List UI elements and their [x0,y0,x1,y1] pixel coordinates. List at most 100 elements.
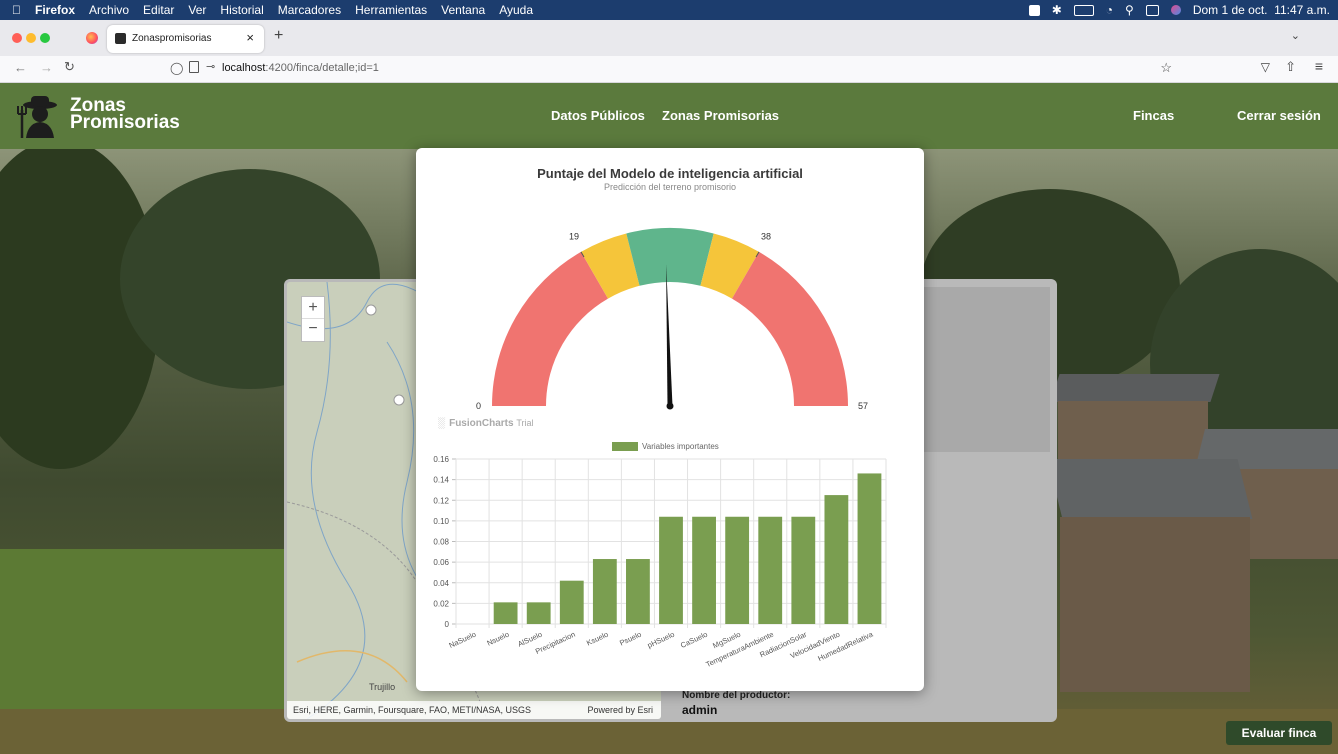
gauge-chart: 19 38 0 57 [476,228,868,411]
attribution-text[interactable]: Esri, HERE, Garmin, Foursquare, FAO, MET… [293,705,531,715]
bar-RadiacionSolar[interactable] [791,516,816,624]
menu-marcadores[interactable]: Marcadores [278,3,341,17]
y-tick-label: 0.06 [433,558,449,567]
angular-favicon-icon [115,33,126,44]
wifi-icon[interactable]: ◔ [1106,3,1113,17]
menu-herramientas[interactable]: Herramientas [355,3,427,17]
forward-arrow-icon[interactable]: → [40,60,53,75]
farmer-logo-icon[interactable] [16,92,64,140]
x-tick-label: CaSuelo [679,630,709,650]
back-arrow-icon[interactable]: ← [14,60,27,75]
bar-Psuelo[interactable] [626,559,650,624]
gauge-band-2[interactable] [626,228,714,286]
y-tick-label: 0.08 [433,538,449,547]
map-attribution: Esri, HERE, Garmin, Foursquare, FAO, MET… [287,701,661,719]
pocket-icon[interactable]: ▽ [1261,60,1270,74]
new-tab-button[interactable]: + [274,27,283,45]
legend-label: Variables importantes [642,442,719,451]
tab-zonaspromisorias[interactable]: Zonaspromisorias × [107,25,264,53]
powered-by-esri[interactable]: Powered by Esri [587,705,653,715]
ai-score-modal: Puntaje del Modelo de inteligencia artif… [416,148,924,691]
gauge-min-label: 0 [476,401,481,411]
gauge-pivot [666,402,674,410]
producer-value: admin [682,703,718,717]
reload-icon[interactable]: ↻ [64,59,75,75]
nav-zonas-promisorias[interactable]: Zonas Promisorias [662,108,779,123]
browser-toolbar: ← → ↻ ◯ ⊸ localhost:4200/finca/detalle;i… [0,56,1338,83]
menu-archivo[interactable]: Archivo [89,3,129,17]
vpn-icon[interactable] [1028,4,1040,16]
zoom-out-button[interactable]: − [302,319,324,340]
firefox-view-icon[interactable] [86,32,98,44]
menu-datetime[interactable]: Dom 1 de oct. 11:47 a.m. [1193,3,1330,17]
watermark-text: FusionCharts [449,418,514,429]
x-tick-label: NaSuelo [447,630,477,650]
gauge-band-4[interactable] [732,251,848,406]
close-window-button[interactable] [12,33,22,43]
bar-Precipitacion[interactable] [559,580,584,624]
siri-icon[interactable] [1170,5,1181,15]
bookmark-star-icon[interactable]: ☆ [1160,60,1172,76]
y-tick-label: 0.12 [433,496,449,505]
url-path: :4200/finca/detalle;id=1 [265,62,379,74]
gauge-tick-label: 38 [761,232,771,242]
battery-icon[interactable] [1073,4,1094,16]
brand-name[interactable]: Zonas Promisorias [70,96,180,133]
bar-VelocidadViento[interactable] [824,495,849,624]
menu-ver[interactable]: Ver [188,3,206,17]
control-center-icon[interactable] [1145,4,1159,16]
producer-label: Nombre del productor: [682,690,791,701]
menu-ayuda[interactable]: Ayuda [499,3,533,17]
bar-legend[interactable]: Variables importantes [612,442,719,451]
tab-list-chevron-icon[interactable]: ⌄ [1291,29,1300,42]
key-icon[interactable]: ⊸ [206,60,215,73]
gauge-band-0[interactable] [492,251,608,406]
page-icon[interactable] [189,61,199,73]
status-icons: ✱ ◔ ⚲ Dom 1 de oct. 11:47 a.m. [1028,0,1330,20]
nav-datos-publicos[interactable]: Datos Públicos [551,108,645,123]
house-wall [1060,517,1250,692]
share-icon[interactable]: ⇧ [1285,59,1296,75]
zoom-window-button[interactable] [40,33,50,43]
site-header: Zonas Promisorias Datos Públicos Zonas P… [0,83,1338,149]
evaluar-finca-button[interactable]: Evaluar finca [1226,721,1332,745]
bluetooth-icon[interactable]: ✱ [1052,3,1062,17]
gauge-tick-label: 19 [569,232,579,242]
close-tab-icon[interactable]: × [246,30,254,45]
bar-Ksuelo[interactable] [592,559,617,624]
bar-Nsuelo[interactable] [493,602,518,624]
bar-HumedadRelativa[interactable] [857,473,882,624]
url-host: localhost [222,62,266,74]
bar-MgSuelo[interactable] [725,516,750,624]
spotlight-icon[interactable]: ⚲ [1125,3,1134,17]
menu-app-name[interactable]: Firefox [35,3,75,17]
watermark-suffix: Trial [516,418,534,428]
menu-ventana[interactable]: Ventana [441,3,485,17]
y-tick-label: 0 [445,620,450,629]
nav-fincas[interactable]: Fincas [1133,108,1174,123]
menu-historial[interactable]: Historial [220,3,263,17]
gauge-needle [666,264,673,407]
y-tick-label: 0.04 [433,579,449,588]
zoom-controls: + − [301,296,325,342]
nav-cerrar-sesion[interactable]: Cerrar sesión [1237,108,1321,123]
bar-chart: 0 0.02 0.04 0.06 0.08 0.10 0.12 0.14 0.16 NaSuelo… [433,455,887,669]
brand-line-2: Promisorias [70,112,180,133]
bar-TemperaturaAmbiente[interactable] [758,516,783,624]
bar-CaSuelo[interactable] [692,516,716,624]
x-tick-label: Ksuelo [585,630,610,648]
minimize-window-button[interactable] [26,33,36,43]
browser-tab-bar: Zonaspromisorias × + ⌄ [0,20,1338,56]
x-tick-label: pHSuelo [646,630,676,650]
x-tick-label: Nsuelo [485,630,510,648]
gauge-max-label: 57 [858,401,868,411]
bar-AlSuelo[interactable] [526,602,551,624]
bar-pHSuelo[interactable] [659,516,683,624]
address-bar[interactable]: ◯ ⊸ localhost:4200/finca/detalle;id=1 ☆ [160,58,1180,79]
macos-menu-bar:  Firefox Archivo Editar Ver Historial M… [0,0,1338,20]
menu-editar[interactable]: Editar [143,3,174,17]
apple-icon[interactable]:  [12,3,21,17]
zoom-in-button[interactable]: + [302,297,324,319]
shield-icon[interactable]: ◯ [170,61,183,75]
app-menu-icon[interactable]: ≡ [1315,58,1323,74]
